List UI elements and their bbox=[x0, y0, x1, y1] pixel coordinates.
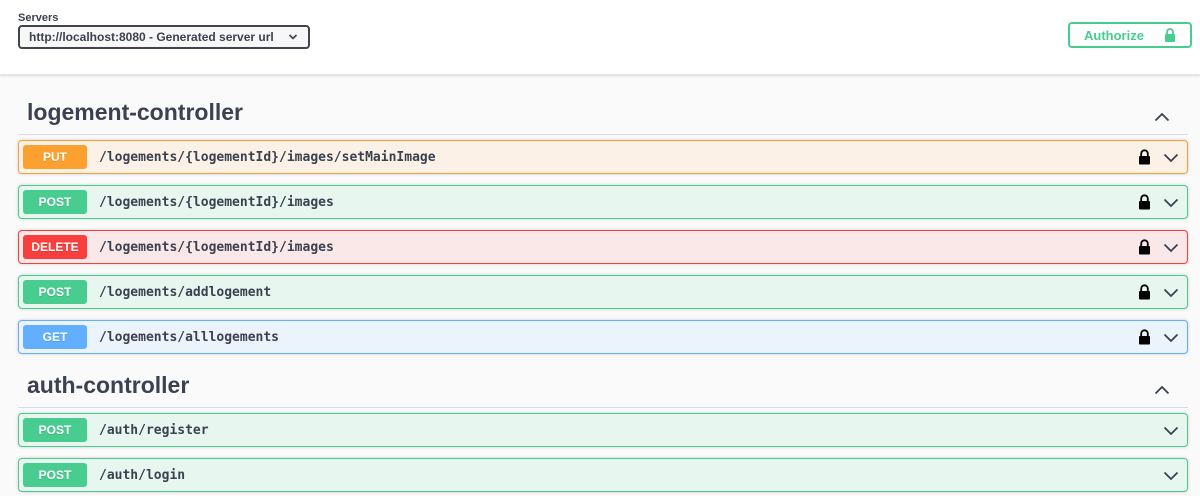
method-badge: POST bbox=[23, 280, 87, 304]
operation-path: /logements/addlogement bbox=[99, 284, 272, 300]
method-badge: GET bbox=[23, 325, 87, 349]
operation-post-images[interactable]: POST /logements/{logementId}/images bbox=[18, 185, 1188, 219]
operation-post-auth-register[interactable]: POST /auth/register bbox=[18, 413, 1188, 447]
operation-put-set-main-image[interactable]: PUT /logements/{logementId}/images/setMa… bbox=[18, 140, 1188, 174]
method-badge: DELETE bbox=[23, 235, 87, 259]
operations-content: logement-controller PUT /logements/{loge… bbox=[0, 75, 1200, 496]
scheme-container: Servers http://localhost:8080 - Generate… bbox=[0, 0, 1200, 75]
tag-logement-controller[interactable]: logement-controller bbox=[18, 75, 1188, 135]
operation-path: /logements/{logementId}/images bbox=[99, 239, 334, 255]
operation-post-auth-login[interactable]: POST /auth/login bbox=[18, 458, 1188, 492]
method-badge: POST bbox=[23, 463, 87, 487]
servers-label: Servers bbox=[18, 12, 59, 24]
tag-title: auth-controller bbox=[27, 372, 190, 398]
operation-path: /auth/login bbox=[99, 467, 186, 483]
authorize-button[interactable]: Authorize bbox=[1068, 22, 1192, 48]
operation-post-addlogement[interactable]: POST /logements/addlogement bbox=[18, 275, 1188, 309]
operation-path: /logements/{logementId}/images/setMainIm… bbox=[99, 149, 436, 165]
chevron-down-icon bbox=[288, 34, 298, 40]
lock-icon[interactable] bbox=[1138, 149, 1151, 165]
lock-icon[interactable] bbox=[1138, 329, 1151, 345]
chevron-up-icon[interactable] bbox=[1154, 112, 1170, 122]
chevron-down-icon[interactable] bbox=[1163, 153, 1179, 163]
chevron-down-icon[interactable] bbox=[1163, 333, 1179, 343]
chevron-down-icon[interactable] bbox=[1163, 243, 1179, 253]
operation-delete-images[interactable]: DELETE /logements/{logementId}/images bbox=[18, 230, 1188, 264]
tag-auth-controller[interactable]: auth-controller bbox=[18, 354, 1188, 408]
method-badge: POST bbox=[23, 190, 87, 214]
chevron-down-icon[interactable] bbox=[1163, 198, 1179, 208]
tag-title: logement-controller bbox=[27, 99, 243, 125]
lock-icon[interactable] bbox=[1138, 239, 1151, 255]
operation-get-alllogements[interactable]: GET /logements/alllogements bbox=[18, 320, 1188, 354]
method-badge: POST bbox=[23, 418, 87, 442]
server-select[interactable]: http://localhost:8080 - Generated server… bbox=[18, 25, 310, 49]
chevron-down-icon[interactable] bbox=[1163, 288, 1179, 298]
chevron-down-icon[interactable] bbox=[1163, 426, 1179, 436]
unlocked-icon bbox=[1164, 28, 1175, 42]
authorize-label: Authorize bbox=[1084, 27, 1144, 43]
server-select-value: http://localhost:8080 - Generated server… bbox=[29, 30, 274, 44]
chevron-down-icon[interactable] bbox=[1163, 471, 1179, 481]
operation-path: /logements/{logementId}/images bbox=[99, 194, 334, 210]
method-badge: PUT bbox=[23, 145, 87, 169]
lock-icon[interactable] bbox=[1138, 194, 1151, 210]
chevron-up-icon[interactable] bbox=[1154, 385, 1170, 395]
operation-path: /auth/register bbox=[99, 422, 209, 438]
lock-icon[interactable] bbox=[1138, 284, 1151, 300]
operation-path: /logements/alllogements bbox=[99, 329, 280, 345]
